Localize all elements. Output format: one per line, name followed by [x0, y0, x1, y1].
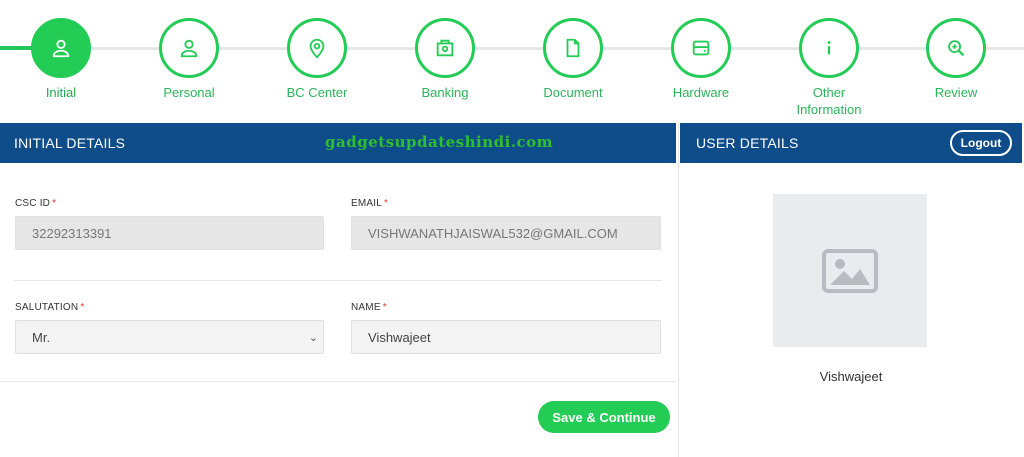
csc-id-label: CSC ID * — [15, 198, 57, 209]
step-hardware-label: Hardware — [672, 85, 730, 100]
image-placeholder-icon — [822, 248, 878, 293]
step-personal[interactable]: Personal — [129, 18, 249, 101]
form-footer-divider — [0, 381, 676, 382]
info-icon — [827, 41, 831, 55]
step-personal-label: Personal — [163, 85, 215, 100]
user-avatar — [773, 194, 927, 347]
user-name: Vishwajeet — [819, 369, 883, 384]
salutation-label: SALUTATION * — [15, 302, 85, 313]
name-field-group: NAME * — [351, 302, 661, 354]
logout-button[interactable]: Logout — [950, 130, 1012, 156]
step-hardware[interactable]: Hardware — [641, 18, 761, 101]
step-banking-label: Banking — [421, 85, 469, 100]
step-banking-circle — [415, 18, 475, 78]
initial-details-title: INITIAL DETAILS — [14, 135, 126, 151]
step-initial[interactable]: Initial — [1, 18, 121, 101]
step-banking[interactable]: Banking — [385, 18, 505, 101]
step-initial-circle — [31, 18, 91, 78]
initial-details-header: INITIAL DETAILS gadgetsupdateshindi.com — [0, 123, 676, 163]
step-bc-center-circle — [287, 18, 347, 78]
step-document-circle — [543, 18, 603, 78]
form-divider — [14, 280, 662, 281]
location-pin-icon — [309, 38, 325, 59]
step-review-circle — [926, 18, 986, 78]
step-initial-label: Initial — [45, 85, 77, 100]
progress-stepper: Initial Personal BC Center Banking Docum… — [0, 0, 1024, 122]
user-details-header: USER DETAILS Logout — [680, 123, 1022, 163]
zoom-in-icon — [948, 40, 965, 57]
step-other-information-circle — [799, 18, 859, 78]
email-field-group: EMAIL * — [351, 198, 661, 250]
salutation-field-group: SALUTATION * Mr. ⌄ — [15, 302, 324, 354]
save-and-continue-button[interactable]: Save & Continue — [538, 401, 670, 433]
step-review-label: Review — [934, 85, 978, 100]
user-icon — [52, 39, 70, 58]
salutation-select-wrapper: Mr. ⌄ — [15, 313, 324, 354]
printer-icon — [692, 40, 710, 56]
step-hardware-circle — [671, 18, 731, 78]
step-document[interactable]: Document — [513, 18, 633, 101]
user-icon — [180, 39, 198, 58]
step-review[interactable]: Review — [896, 18, 1016, 101]
step-other-information[interactable]: Other Information — [769, 18, 889, 118]
panel-separator — [678, 123, 679, 457]
initial-details-form: CSC ID* EMAIL* SALUTATION* Mr. ⌄ NAME* S… — [0, 163, 676, 457]
watermark-text: gadgetsupdateshindi.com — [325, 133, 554, 151]
user-details-title: USER DETAILS — [696, 135, 799, 151]
email-label: EMAIL * — [351, 198, 389, 209]
step-other-information-label: Other Information — [796, 85, 862, 117]
step-personal-circle — [159, 18, 219, 78]
step-bc-center[interactable]: BC Center — [257, 18, 377, 101]
step-bc-center-label: BC Center — [286, 85, 348, 100]
csc-id-input[interactable] — [15, 216, 324, 250]
name-label: NAME * — [351, 302, 387, 313]
csc-id-field-group: CSC ID * — [15, 198, 324, 250]
step-document-label: Document — [543, 85, 603, 100]
document-icon — [566, 38, 580, 58]
name-input[interactable] — [351, 320, 661, 354]
bank-icon — [436, 39, 454, 57]
email-input[interactable] — [351, 216, 661, 250]
salutation-select[interactable]: Mr. — [15, 320, 324, 354]
